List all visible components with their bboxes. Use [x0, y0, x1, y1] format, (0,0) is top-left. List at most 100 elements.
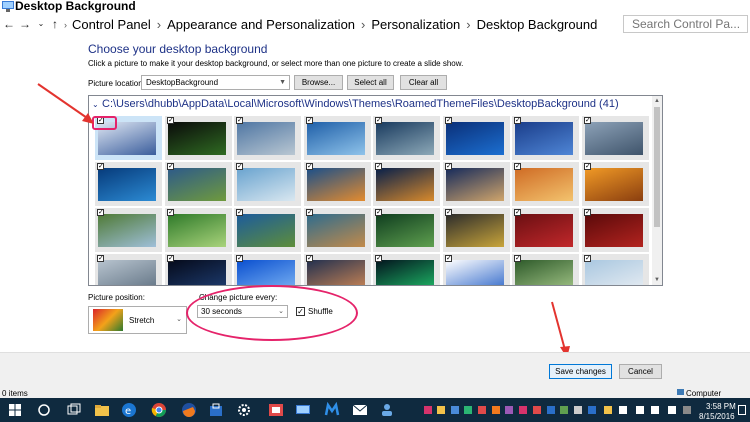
scroll-up-icon[interactable]: ▲ [653, 97, 661, 105]
wallpaper-thumbnail[interactable]: ✓ [234, 116, 301, 160]
wallpaper-thumbnail[interactable]: ✓ [304, 162, 371, 206]
thumbnail-checkbox[interactable]: ✓ [514, 255, 521, 262]
thumbnail-checkbox[interactable]: ✓ [306, 209, 313, 216]
wallpaper-thumbnail[interactable]: ✓ [443, 162, 510, 206]
wallpaper-thumbnail[interactable]: ✓ [512, 162, 579, 206]
wallpaper-thumbnail[interactable]: ✓ [512, 208, 579, 252]
search-icon[interactable] [36, 402, 52, 418]
tray-app-icon[interactable] [604, 406, 612, 414]
store-icon[interactable] [208, 402, 224, 418]
forward-arrow-icon[interactable]: → [18, 16, 32, 32]
wallpaper-thumbnail[interactable]: ✓ [234, 208, 301, 252]
browse-button[interactable]: Browse... [294, 75, 343, 90]
thumbnail-checkbox[interactable]: ✓ [97, 209, 104, 216]
wallpaper-thumbnail[interactable]: ✓ [165, 208, 232, 252]
network-icon[interactable] [619, 406, 627, 414]
recent-dropdown-icon[interactable]: ⌄ [34, 16, 48, 32]
thumbnail-checkbox[interactable]: ✓ [167, 163, 174, 170]
taskbar-date[interactable]: 8/15/2016 [699, 412, 735, 421]
windows-start-icon[interactable] [9, 404, 21, 416]
breadcrumb-separator-icon[interactable]: › [151, 17, 167, 32]
wallpaper-thumbnail[interactable]: ✓ [582, 162, 649, 206]
thumbnail-checkbox[interactable]: ✓ [306, 163, 313, 170]
thumbnail-checkbox[interactable]: ✓ [584, 209, 591, 216]
thumbnail-checkbox[interactable]: ✓ [236, 117, 243, 124]
tray-app-icon[interactable] [437, 406, 445, 414]
wallpaper-thumbnail[interactable]: ✓ [304, 254, 371, 285]
thumbnail-checkbox[interactable]: ✓ [306, 117, 313, 124]
people-icon[interactable] [379, 402, 395, 418]
breadcrumb-separator-icon[interactable]: › [460, 17, 476, 32]
control-panel-icon[interactable] [295, 402, 311, 418]
thumbnail-checkbox[interactable]: ✓ [584, 255, 591, 262]
back-arrow-icon[interactable]: ← [2, 16, 16, 32]
wallpaper-thumbnail[interactable]: ✓ [512, 254, 579, 285]
search-box[interactable] [623, 15, 748, 33]
snipping-tool-icon[interactable] [268, 402, 284, 418]
thumbnail-checkbox[interactable]: ✓ [236, 163, 243, 170]
wallpaper-thumbnail[interactable]: ✓ [373, 208, 440, 252]
tray-app-icon[interactable] [451, 406, 459, 414]
up-arrow-icon[interactable]: ↑ [48, 16, 62, 32]
breadcrumb-separator-icon[interactable]: › [355, 17, 371, 32]
thumbnail-checkbox[interactable]: ✓ [375, 117, 382, 124]
thumbnail-checkbox[interactable]: ✓ [445, 163, 452, 170]
thumbnail-checkbox[interactable]: ✓ [584, 163, 591, 170]
notification-icon[interactable] [668, 406, 676, 414]
scrollbar-thumb[interactable] [654, 107, 660, 227]
file-explorer-icon[interactable] [94, 402, 110, 418]
gallery-scrollbar[interactable]: ▲ ▼ [652, 96, 662, 285]
battery-icon[interactable] [651, 406, 659, 414]
save-changes-button[interactable]: Save changes [549, 364, 612, 379]
action-center-icon[interactable] [738, 405, 746, 415]
wallpaper-thumbnail[interactable]: ✓ [373, 254, 440, 285]
tray-app-icon[interactable] [492, 406, 500, 414]
tray-app-icon[interactable] [505, 406, 513, 414]
edge-icon[interactable]: e [121, 402, 137, 418]
thumbnail-checkbox[interactable]: ✓ [236, 255, 243, 262]
thumbnail-checkbox[interactable]: ✓ [445, 255, 452, 262]
task-view-icon[interactable] [66, 402, 82, 418]
scroll-down-icon[interactable]: ▼ [653, 276, 661, 284]
clear-all-button[interactable]: Clear all [400, 75, 447, 90]
malwarebytes-icon[interactable] [324, 402, 340, 418]
wallpaper-thumbnail[interactable]: ✓ [165, 254, 232, 285]
select-all-button[interactable]: Select all [347, 75, 394, 90]
tray-app-icon[interactable] [519, 406, 527, 414]
thumbnail-checkbox[interactable]: ✓ [167, 255, 174, 262]
breadcrumb-personalization[interactable]: Personalization [371, 17, 460, 32]
wallpaper-thumbnail[interactable]: ✓ [582, 208, 649, 252]
wallpaper-thumbnail[interactable]: ✓ [234, 254, 301, 285]
thumbnail-checkbox[interactable]: ✓ [306, 255, 313, 262]
thumbnail-checkbox[interactable]: ✓ [167, 117, 174, 124]
tray-app-icon[interactable] [547, 406, 555, 414]
thumbnail-checkbox[interactable]: ✓ [514, 117, 521, 124]
wallpaper-thumbnail[interactable]: ✓ [443, 208, 510, 252]
picture-position-select[interactable]: Stretch ⌄ [88, 306, 187, 334]
chrome-icon[interactable] [151, 402, 167, 418]
cancel-button[interactable]: Cancel [619, 364, 662, 379]
settings-gear-icon[interactable] [236, 402, 252, 418]
picture-location-select[interactable]: DesktopBackground ▼ [141, 75, 290, 90]
wallpaper-thumbnail[interactable]: ✓ [95, 162, 162, 206]
taskbar-time[interactable]: 3:58 PM [706, 402, 736, 411]
thumbnail-checkbox[interactable]: ✓ [375, 255, 382, 262]
breadcrumb-control-panel[interactable]: Control Panel [72, 17, 151, 32]
volume-icon[interactable] [636, 406, 644, 414]
thumbnail-checkbox[interactable]: ✓ [167, 209, 174, 216]
wallpaper-thumbnail[interactable]: ✓ [95, 254, 162, 285]
wallpaper-thumbnail[interactable]: ✓ [443, 254, 510, 285]
wallpaper-thumbnail[interactable]: ✓ [165, 162, 232, 206]
firefox-icon[interactable] [181, 402, 197, 418]
thumbnail-checkbox[interactable]: ✓ [97, 163, 104, 170]
thumbnail-checkbox[interactable]: ✓ [514, 209, 521, 216]
thumbnail-checkbox[interactable]: ✓ [375, 209, 382, 216]
mail-icon[interactable] [352, 402, 368, 418]
thumbnail-checkbox[interactable]: ✓ [375, 163, 382, 170]
wallpaper-thumbnail[interactable]: ✓ [582, 254, 649, 285]
wallpaper-thumbnail[interactable]: ✓ [582, 116, 649, 160]
tray-app-icon[interactable] [464, 406, 472, 414]
wallpaper-thumbnail[interactable]: ✓ [95, 208, 162, 252]
tray-app-icon[interactable] [478, 406, 486, 414]
thumbnail-checkbox[interactable]: ✓ [97, 255, 104, 262]
